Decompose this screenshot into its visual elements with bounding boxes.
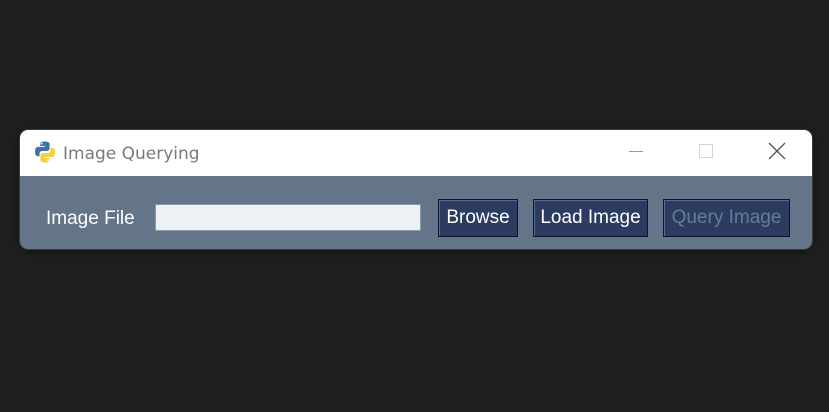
maximize-icon (698, 143, 714, 164)
python-logo-icon (33, 140, 57, 164)
image-file-input[interactable] (155, 204, 421, 231)
minimize-icon (628, 143, 644, 164)
browse-button[interactable]: Browse (438, 199, 518, 237)
title-bar[interactable]: Image Querying (20, 130, 812, 176)
image-file-label: Image File (46, 208, 135, 229)
load-image-button[interactable]: Load Image (533, 199, 648, 237)
query-image-button: Query Image (663, 199, 790, 237)
window-title: Image Querying (63, 144, 200, 164)
form-panel: Image File Browse Load Image Query Image (20, 176, 812, 249)
close-icon (768, 142, 786, 165)
app-window: Image Querying Image File Browse Load Im… (20, 130, 812, 249)
maximize-button[interactable] (671, 130, 741, 176)
close-button[interactable] (742, 130, 812, 176)
minimize-button[interactable] (601, 130, 671, 176)
